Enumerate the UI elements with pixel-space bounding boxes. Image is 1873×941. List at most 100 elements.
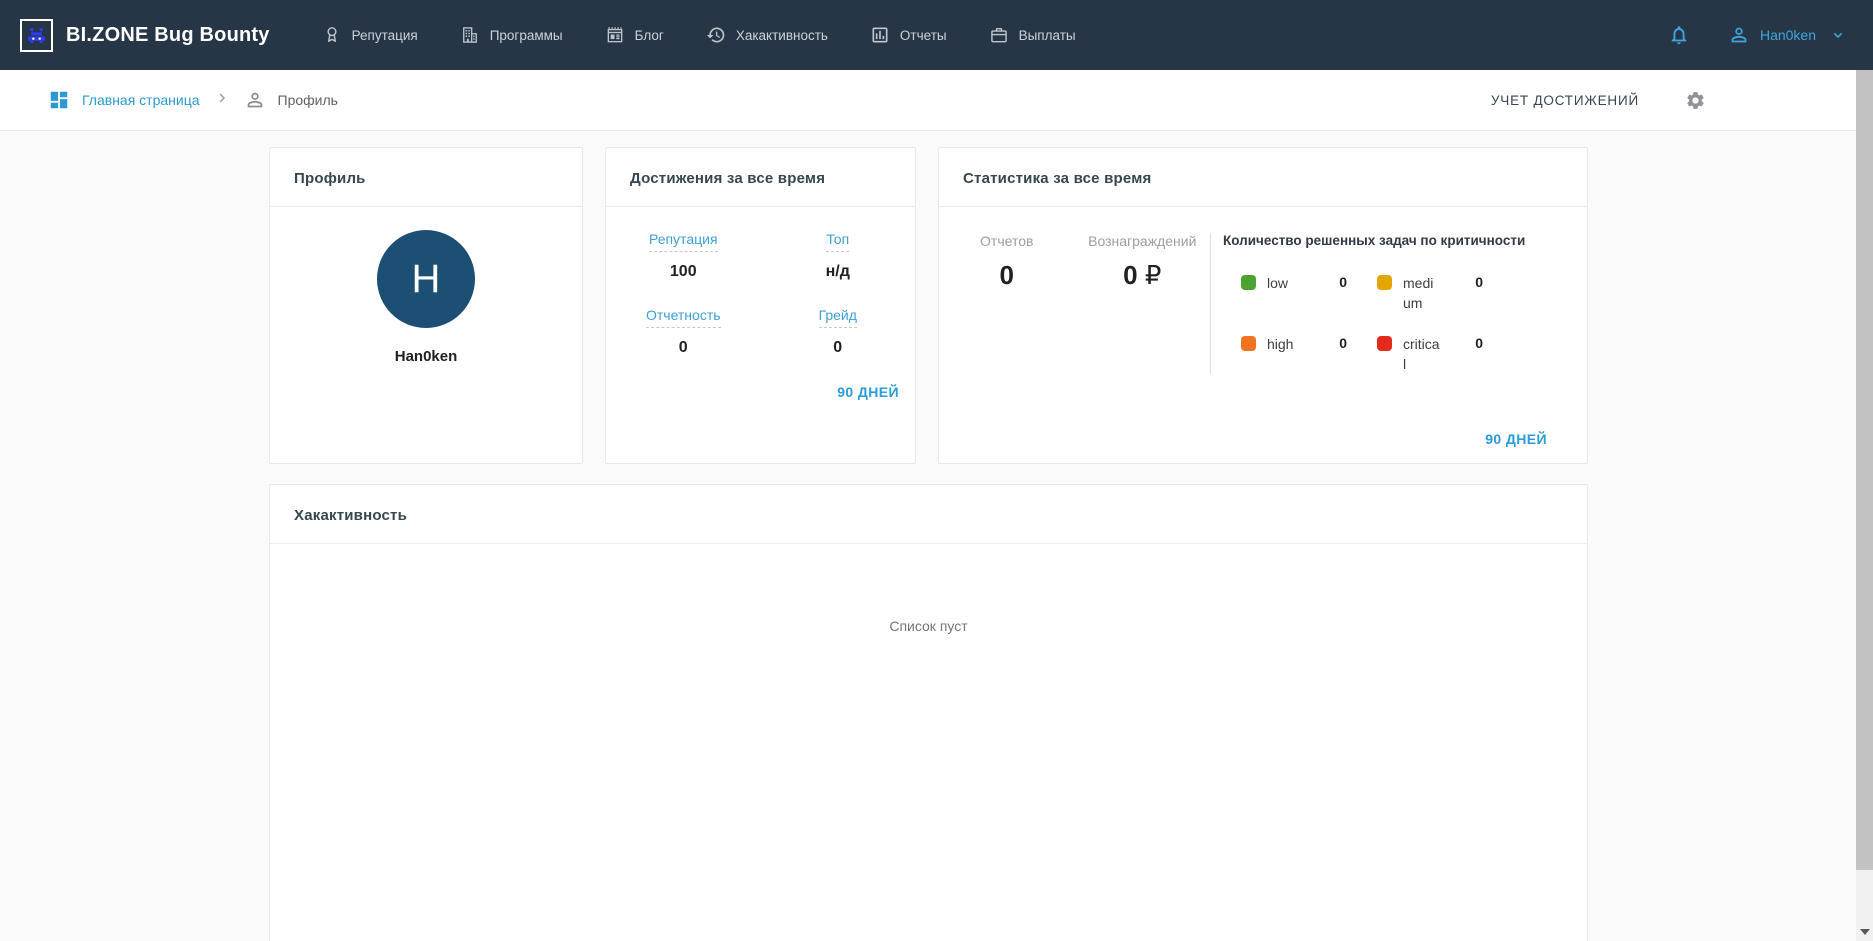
nav-item-label: Хакактивность <box>735 27 828 43</box>
user-icon <box>1731 27 1747 43</box>
stat-reputation: Репутация 100 <box>648 231 718 281</box>
stat-reputation-label[interactable]: Репутация <box>648 231 718 252</box>
top-navbar: BI.ZONE Bug Bounty Репутация Программы Б… <box>0 0 1873 70</box>
achievements-90-days-link[interactable]: 90 ДНЕЙ <box>837 384 899 400</box>
nav-item-payouts[interactable]: Выплаты <box>989 25 1076 45</box>
achievements-grid: Репутация 100 Топ н/д Отчетность 0 Грейд… <box>606 207 915 357</box>
criticality-item-medium: medium 0 <box>1377 273 1513 314</box>
breadcrumb-current: Профиль <box>244 89 338 111</box>
nav-item-reports[interactable]: Отчеты <box>870 25 947 45</box>
achievements-accounting-link[interactable]: УЧЕТ ДОСТИЖЕНИЙ <box>1491 93 1639 108</box>
nav-item-blog[interactable]: Блог <box>605 25 664 45</box>
dashboard-tiles-icon <box>50 91 68 109</box>
main-nav: Репутация Программы Блог Хакактивность О… <box>322 25 1076 45</box>
stat-reputation-value: 100 <box>669 263 697 280</box>
high-color-swatch <box>1241 335 1256 351</box>
achievements-period-row: 90 ДНЕЙ <box>606 384 915 402</box>
high-label: high <box>1267 335 1294 352</box>
username-label: Han0ken <box>1759 27 1816 43</box>
stat-grade-value: 0 <box>833 339 843 356</box>
statistics-totals: Отчетов 0 Вознаграждений 0 ₽ <box>939 233 1210 291</box>
stat-reporting: Отчетность 0 <box>645 307 721 357</box>
critical-value: 0 <box>1475 334 1483 351</box>
hackactivity-body: Список пуст <box>270 544 1587 634</box>
stat-top-value: н/д <box>825 263 850 280</box>
chevron-down-icon <box>1833 32 1843 39</box>
person-icon <box>247 92 262 108</box>
criticality-item-high: high 0 <box>1241 334 1377 375</box>
stat-reporting-value: 0 <box>678 339 688 356</box>
low-value: 0 <box>1339 274 1347 290</box>
criticality-item-critical: critical 0 <box>1377 334 1513 375</box>
criticality-section: Количество решенных задач по критичности… <box>1210 233 1587 375</box>
building-icon <box>462 27 477 43</box>
breadcrumb-separator-icon <box>215 91 229 110</box>
nav-item-label: Выплаты <box>1018 27 1076 43</box>
stat-grade-label[interactable]: Грейд <box>818 307 857 328</box>
nav-item-programs[interactable]: Программы <box>460 25 563 45</box>
nav-item-label: Программы <box>489 27 563 43</box>
total-reports-value: 0 <box>999 260 1014 290</box>
hackactivity-card: Хакактивность Список пуст <box>269 484 1588 941</box>
total-rewards: Вознаграждений 0 ₽ <box>1075 233 1211 291</box>
nav-item-reputation[interactable]: Репутация <box>322 25 418 45</box>
hackactivity-card-title: Хакактивность <box>270 485 1587 544</box>
criticality-item-low: low 0 <box>1241 273 1377 314</box>
bug-logo-icon <box>20 18 53 52</box>
main-content: Профиль H Han0ken Достижения за все врем… <box>269 147 1588 941</box>
statistics-card: Статистика за все время Отчетов 0 Вознаг… <box>938 147 1588 464</box>
stat-top-label[interactable]: Топ <box>826 231 850 252</box>
stat-reporting-label[interactable]: Отчетность <box>645 307 721 328</box>
breadcrumb-home-link[interactable]: Главная страница <box>48 89 200 111</box>
logo[interactable]: BI.ZONE Bug Bounty <box>20 18 270 52</box>
statistics-90-days-link[interactable]: 90 ДНЕЙ <box>1485 431 1547 447</box>
ruble-sign: ₽ <box>1144 260 1162 290</box>
newspaper-icon <box>607 27 622 43</box>
low-color-swatch <box>1241 275 1256 290</box>
total-reports: Отчетов 0 <box>939 233 1075 291</box>
total-rewards-label: Вознаграждений <box>1088 233 1197 249</box>
scrollbar-thumb[interactable] <box>1856 70 1873 870</box>
breadcrumb-bar: Главная страница Профиль УЧЕТ ДОСТИЖЕНИЙ <box>0 70 1856 131</box>
user-menu[interactable]: Han0ken <box>1728 24 1846 46</box>
total-reports-label: Отчетов <box>980 233 1034 249</box>
empty-list-text: Список пуст <box>889 618 968 634</box>
logo-text: BI.ZONE Bug Bounty <box>66 23 270 46</box>
nav-item-label: Репутация <box>351 27 418 43</box>
summary-cards-row: Профиль H Han0ken Достижения за все врем… <box>269 147 1588 464</box>
nav-item-hackactivity[interactable]: Хакактивность <box>706 25 828 45</box>
profile-card-title: Профиль <box>270 148 582 207</box>
avatar: H <box>377 230 475 328</box>
nav-item-label: Блог <box>634 27 664 43</box>
report-chart-icon <box>872 27 888 43</box>
statistics-body: Отчетов 0 Вознаграждений 0 ₽ Количество … <box>939 207 1587 431</box>
total-rewards-value: 0 ₽ <box>1123 260 1162 290</box>
history-icon <box>706 27 725 43</box>
vertical-scrollbar <box>1856 70 1873 941</box>
profile-card: Профиль H Han0ken <box>269 147 583 464</box>
criticality-grid: low 0 medium 0 high 0 critical 0 <box>1241 273 1587 374</box>
navbar-right: Han0ken <box>1668 24 1846 46</box>
breadcrumb: Главная страница Профиль <box>48 89 338 111</box>
nav-item-label: Отчеты <box>899 27 947 43</box>
gear-icon[interactable] <box>1685 90 1706 111</box>
medium-label: medium <box>1403 275 1434 312</box>
achievements-card: Достижения за все время Репутация 100 То… <box>605 147 916 464</box>
medium-value: 0 <box>1475 274 1483 290</box>
high-value: 0 <box>1339 334 1347 351</box>
scrollbar-down-arrow-icon[interactable] <box>1860 929 1870 935</box>
low-label: low <box>1267 275 1289 291</box>
critical-color-swatch <box>1377 335 1392 351</box>
statistics-period-row: 90 ДНЕЙ <box>939 431 1587 463</box>
profile-card-body: H Han0ken <box>270 207 582 463</box>
achievements-card-title: Достижения за все время <box>606 148 915 207</box>
breadcrumb-home-label: Главная страница <box>82 92 200 108</box>
medal-icon <box>327 27 337 42</box>
profile-username: Han0ken <box>394 348 458 365</box>
notifications-bell-icon[interactable] <box>1668 24 1690 46</box>
stat-top: Топ н/д <box>826 231 850 281</box>
statistics-card-title: Статистика за все время <box>939 148 1587 207</box>
breadcrumb-current-label: Профиль <box>277 92 338 108</box>
criticality-title: Количество решенных задач по критичности <box>1223 233 1526 248</box>
briefcase-icon <box>990 27 1007 43</box>
